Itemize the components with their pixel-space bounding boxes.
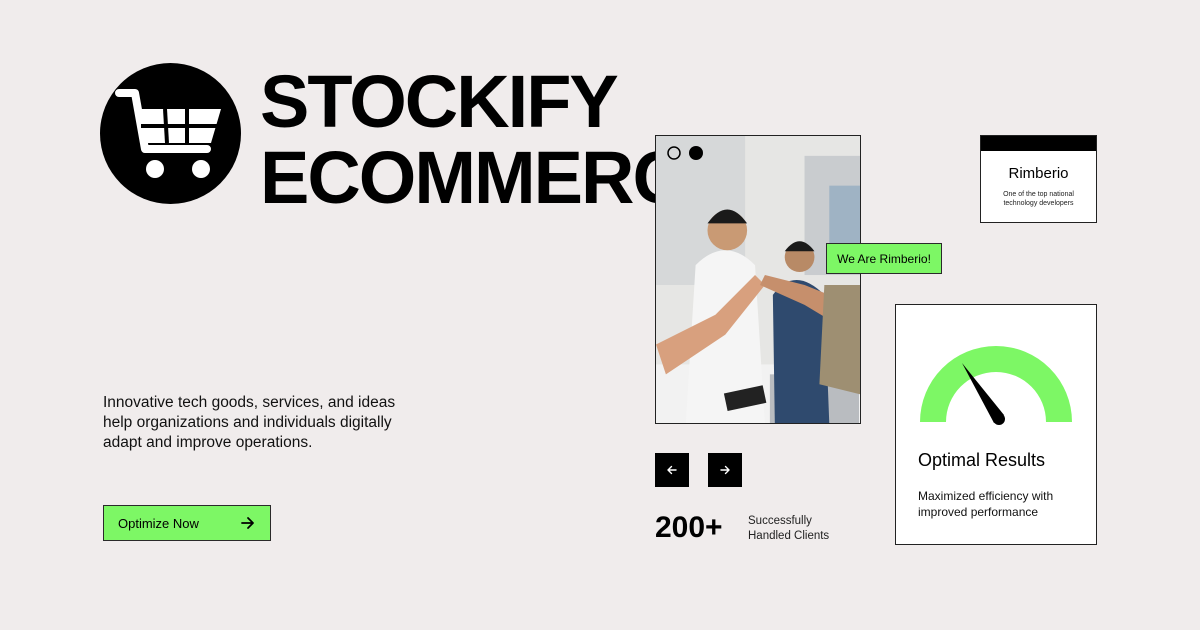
arrow-right-icon bbox=[720, 465, 730, 475]
results-description: Maximized efficiency with improved perfo… bbox=[918, 489, 1054, 519]
results-title: Optimal Results bbox=[918, 450, 1046, 470]
hero-tagline: Innovative tech goods, services, and ide… bbox=[103, 394, 396, 451]
team-photo bbox=[655, 135, 861, 424]
decorative-dots bbox=[667, 146, 703, 160]
cta-label: Optimize Now bbox=[118, 515, 199, 531]
arrow-left-icon bbox=[667, 465, 677, 475]
carousel-next-button[interactable] bbox=[708, 453, 742, 487]
clients-count: 200+ bbox=[655, 511, 723, 544]
company-name: Rimberio bbox=[1008, 165, 1069, 182]
company-card-header-bar bbox=[981, 136, 1096, 151]
carousel-prev-button[interactable] bbox=[655, 453, 689, 487]
arrow-right-icon bbox=[241, 517, 254, 529]
company-description: One of the top national technology devel… bbox=[1003, 191, 1074, 207]
optimize-now-button[interactable]: Optimize Now bbox=[103, 505, 271, 541]
brand-title-line1: STOCKIFY bbox=[260, 60, 619, 143]
logo bbox=[100, 63, 241, 204]
we-are-badge: We Are Rimberio! bbox=[826, 243, 942, 274]
clients-label: Successfully Handled Clients bbox=[748, 515, 830, 542]
company-card: Rimberio One of the top national technol… bbox=[980, 135, 1097, 223]
results-card: Optimal Results Maximized efficiency wit… bbox=[895, 304, 1097, 545]
speedometer-gauge-icon bbox=[920, 346, 1072, 425]
shopping-cart-icon bbox=[115, 89, 221, 178]
